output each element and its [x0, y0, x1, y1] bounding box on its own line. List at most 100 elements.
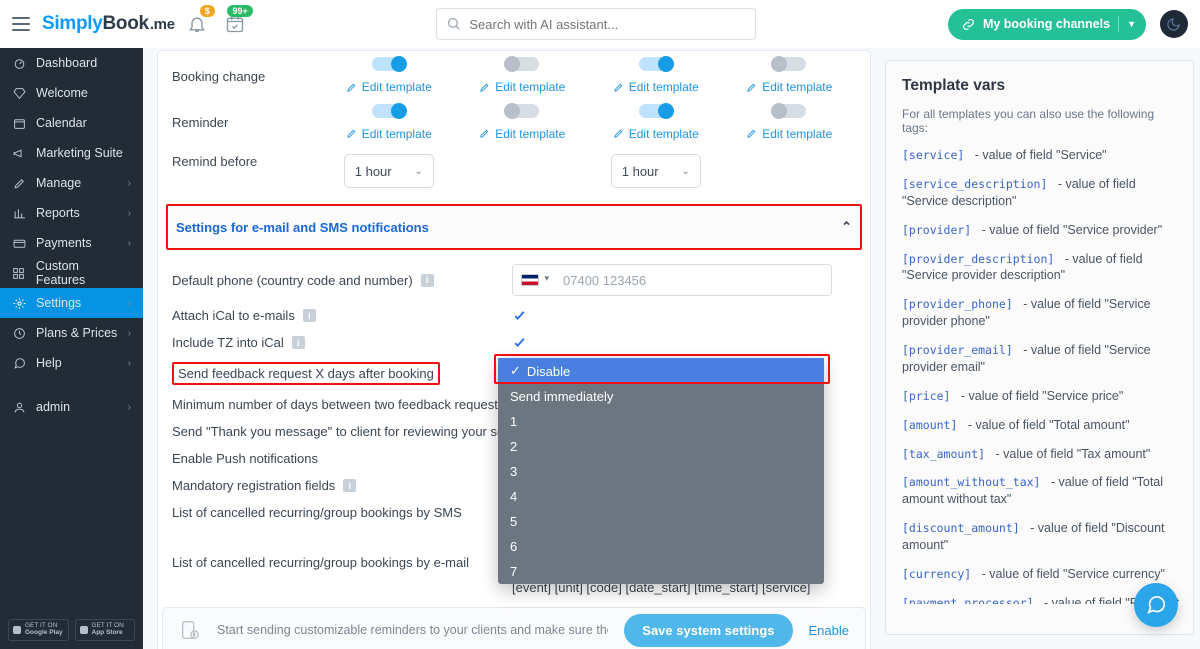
- chart-icon: [12, 207, 26, 220]
- edit-template-link[interactable]: Edit template: [479, 80, 565, 94]
- vars-scroll[interactable]: For all templates you can also use the f…: [902, 107, 1189, 604]
- booking-channels-button[interactable]: My booking channels ▼: [948, 9, 1146, 40]
- var-tag[interactable]: [price]: [902, 389, 950, 403]
- sidebar-item-dashboard[interactable]: Dashboard: [0, 48, 143, 78]
- mandatory-label: Mandatory registration fields: [172, 478, 335, 493]
- toggle[interactable]: [639, 104, 673, 118]
- theme-toggle[interactable]: [1160, 10, 1188, 38]
- section-header-notifications[interactable]: Settings for e-mail and SMS notification…: [166, 204, 862, 250]
- reminder-icon: [179, 619, 201, 641]
- thankyou-label: Send "Thank you message" to client for r…: [172, 424, 532, 439]
- edit-template-link[interactable]: Edit template: [346, 80, 432, 94]
- topbar: SimplyBook.me $ 99+ My booking channels …: [0, 0, 1200, 48]
- var-desc: - value of field "Service currency": [982, 567, 1165, 581]
- template-var: [tax_amount] - value of field "Tax amoun…: [902, 446, 1181, 463]
- var-tag[interactable]: [provider_phone]: [902, 297, 1013, 311]
- sidebar-item-reports[interactable]: Reports›: [0, 198, 143, 228]
- enable-link[interactable]: Enable: [809, 623, 849, 638]
- edit-template-link[interactable]: Edit template: [746, 80, 832, 94]
- search-input[interactable]: [436, 8, 756, 40]
- dropdown-option[interactable]: Send immediately: [498, 384, 824, 409]
- toggle[interactable]: [505, 104, 539, 118]
- toggle[interactable]: [372, 104, 406, 118]
- sidebar-item-manage[interactable]: Manage›: [0, 168, 143, 198]
- logo[interactable]: SimplyBook.me: [42, 13, 175, 35]
- cancel-sms-label: List of cancelled recurring/group bookin…: [172, 505, 462, 520]
- chevron-right-icon: ›: [128, 208, 131, 219]
- admin-label: admin: [36, 400, 70, 414]
- toggle[interactable]: [639, 57, 673, 71]
- var-tag[interactable]: [provider_description]: [902, 252, 1054, 266]
- edit-template-link[interactable]: Edit template: [746, 127, 832, 141]
- dropdown-option[interactable]: 6: [498, 534, 824, 559]
- var-tag[interactable]: [payment_processor]: [902, 596, 1034, 604]
- info-icon[interactable]: i: [292, 336, 305, 349]
- dropdown-option[interactable]: 2: [498, 434, 824, 459]
- cancel-email-label: List of cancelled recurring/group bookin…: [172, 555, 469, 570]
- edit-template-link[interactable]: Edit template: [346, 127, 432, 141]
- var-tag[interactable]: [amount]: [902, 418, 957, 432]
- sidebar-item-welcome[interactable]: Welcome: [0, 78, 143, 108]
- sidebar-item-payments[interactable]: Payments›: [0, 228, 143, 258]
- var-tag[interactable]: [discount_amount]: [902, 521, 1020, 535]
- info-icon[interactable]: i: [421, 274, 434, 287]
- nav-label: Custom Features: [36, 259, 131, 287]
- var-tag[interactable]: [provider]: [902, 223, 971, 237]
- template-var: [currency] - value of field "Service cur…: [902, 566, 1181, 583]
- settings-panel: Booking changeEdit templateEdit template…: [157, 50, 871, 649]
- toggle[interactable]: [772, 104, 806, 118]
- phone-placeholder: 07400 123456: [563, 273, 646, 288]
- sidebar-item-admin[interactable]: admin ›: [0, 392, 143, 422]
- checkbox-ical[interactable]: [512, 308, 527, 323]
- var-tag[interactable]: [currency]: [902, 567, 971, 581]
- flag-uk-icon[interactable]: [521, 274, 539, 286]
- dropdown-option[interactable]: 1: [498, 409, 824, 434]
- google-play-badge[interactable]: GET IT ONGoogle Play: [8, 619, 69, 641]
- notifications-bell-icon[interactable]: $: [187, 14, 207, 34]
- var-tag[interactable]: [tax_amount]: [902, 447, 985, 461]
- phone-input[interactable]: 07400 123456: [512, 264, 832, 296]
- sidebar-item-calendar[interactable]: Calendar: [0, 108, 143, 138]
- info-icon[interactable]: i: [343, 479, 356, 492]
- dropdown-option[interactable]: 5: [498, 509, 824, 534]
- app-store-badge[interactable]: GET IT ONApp Store: [75, 619, 136, 641]
- menu-toggle[interactable]: [12, 17, 30, 31]
- chat-fab[interactable]: [1134, 583, 1178, 627]
- sidebar-item-plans-prices[interactable]: Plans & Prices›: [0, 318, 143, 348]
- vars-title: Template vars: [902, 77, 1189, 95]
- remind-before-select-3[interactable]: 1 hour⌄: [611, 154, 701, 188]
- sidebar-item-settings[interactable]: Settings›: [0, 288, 143, 318]
- info-icon[interactable]: i: [303, 309, 316, 322]
- edit-template-link[interactable]: Edit template: [479, 127, 565, 141]
- store-badges: GET IT ONGoogle Play GET IT ONApp Store: [0, 611, 143, 649]
- sidebar-item-custom-features[interactable]: Custom Features: [0, 258, 143, 288]
- nav-label: Plans & Prices: [36, 326, 117, 340]
- checkbox-tz[interactable]: [512, 335, 527, 350]
- var-tag[interactable]: [amount_without_tax]: [902, 475, 1040, 489]
- toggle[interactable]: [772, 57, 806, 71]
- var-tag[interactable]: [service_description]: [902, 177, 1047, 191]
- dropdown-option[interactable]: 4: [498, 484, 824, 509]
- dropdown-option[interactable]: 3: [498, 459, 824, 484]
- toggle[interactable]: [372, 57, 406, 71]
- dropdown-option[interactable]: ✓Disable: [498, 358, 824, 384]
- nav-label: Settings: [36, 296, 81, 310]
- save-button[interactable]: Save system settings: [624, 614, 792, 647]
- calendar-check-icon[interactable]: 99+: [225, 14, 245, 34]
- template-vars-panel: Template vars For all templates you can …: [881, 48, 1200, 649]
- ical-label: Attach iCal to e-mails: [172, 308, 295, 323]
- var-tag[interactable]: [service]: [902, 148, 964, 162]
- notification-row: Booking changeEdit templateEdit template…: [158, 51, 870, 98]
- reminder-banner: Start sending customizable reminders to …: [162, 607, 866, 649]
- feedback-days-dropdown[interactable]: ✓DisableSend immediately1234567: [498, 358, 824, 584]
- sidebar-item-marketing-suite[interactable]: Marketing Suite: [0, 138, 143, 168]
- sidebar-item-help[interactable]: Help›: [0, 348, 143, 378]
- var-tag[interactable]: [provider_email]: [902, 343, 1013, 357]
- edit-template-link[interactable]: Edit template: [613, 80, 699, 94]
- template-var: [discount_amount] - value of field "Disc…: [902, 520, 1181, 554]
- toggle[interactable]: [505, 57, 539, 71]
- edit-template-link[interactable]: Edit template: [613, 127, 699, 141]
- remind-before-select-1[interactable]: 1 hour⌄: [344, 154, 434, 188]
- template-var: [provider] - value of field "Service pro…: [902, 222, 1181, 239]
- dropdown-option[interactable]: 7: [498, 559, 824, 584]
